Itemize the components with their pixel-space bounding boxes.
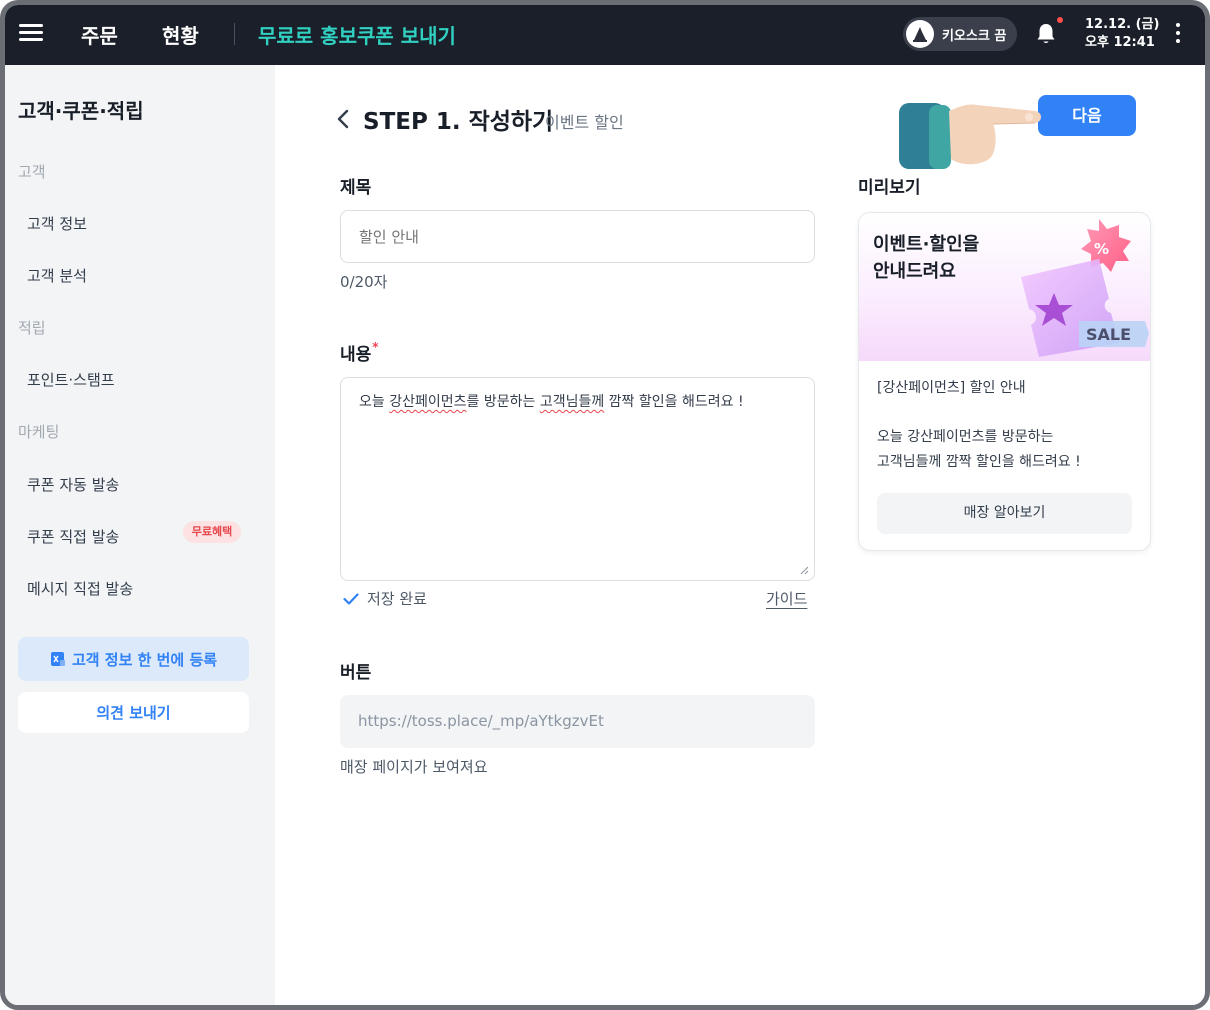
notification-bell-icon[interactable] <box>1033 17 1063 47</box>
check-icon <box>343 592 359 605</box>
button-help-text: 매장 페이지가 보여져요 <box>340 758 488 776</box>
content-field-label: 내용* <box>340 340 379 365</box>
top-bar: 주문 현황 무료로 홍보쿠폰 보내기 키오스크 끔 12.12. (금) 오후 … <box>5 5 1205 65</box>
percent-tag: % <box>1094 240 1109 258</box>
title-field-label: 제목 <box>340 178 372 198</box>
hamburger-menu-icon[interactable] <box>19 21 43 45</box>
clock-time: 오후 12:41 <box>1085 35 1155 50</box>
sidebar-group-points: 적립 <box>18 319 46 337</box>
sidebar-title: 고객·쿠폰·적립 <box>18 99 144 123</box>
notification-dot <box>1057 17 1063 23</box>
content-label-text: 내용 <box>340 345 372 365</box>
pointing-hand-icon <box>899 103 1041 169</box>
sidebar-item-customer-analysis[interactable]: 고객 분석 <box>27 265 87 286</box>
required-mark: * <box>372 340 379 354</box>
sidebar-item-direct-coupon[interactable]: 쿠폰 직접 발송 <box>27 526 119 547</box>
kiosk-icon <box>906 20 934 48</box>
preview-body-title: [강산페이먼츠] 할인 안내 <box>877 380 1026 396</box>
kiosk-toggle[interactable]: 키오스크 끔 <box>903 17 1017 51</box>
save-status-text: 저장 완료 <box>367 590 427 608</box>
sidebar-item-customer-info[interactable]: 고객 정보 <box>27 213 87 234</box>
preview-label: 미리보기 <box>858 178 921 198</box>
step-title: STEP 1. 작성하기 <box>363 109 554 135</box>
spreadsheet-icon <box>50 651 66 667</box>
nav-orders[interactable]: 주문 <box>81 20 118 49</box>
more-options-icon[interactable] <box>1173 23 1183 47</box>
sidebar-group-customer: 고객 <box>18 163 46 181</box>
button-field-label: 버튼 <box>340 663 372 683</box>
sale-tag: SALE <box>1086 325 1131 344</box>
sale-ticket-icon: % SALE <box>1021 219 1149 357</box>
back-chevron-icon[interactable] <box>335 108 351 130</box>
save-status: 저장 완료 <box>343 588 427 609</box>
app-window: 주문 현황 무료로 홍보쿠폰 보내기 키오스크 끔 12.12. (금) 오후 … <box>0 0 1210 1010</box>
preview-card: 이벤트·할인을 안내드려요 % SALE [강산페이먼츠] 할인 안내 오늘 강… <box>858 212 1151 551</box>
send-feedback-button[interactable]: 의견 보내기 <box>18 692 249 733</box>
free-benefit-badge: 무료혜택 <box>183 521 241 543</box>
clock-date: 12.12. (금) <box>1085 17 1160 32</box>
content-text-part: 를 방문하는 <box>466 394 540 410</box>
clock: 12.12. (금) 오후 12:41 <box>1085 16 1159 52</box>
current-page-title: 무료로 홍보쿠폰 보내기 <box>258 24 456 48</box>
sidebar-item-direct-message[interactable]: 메시지 직접 발송 <box>27 578 133 599</box>
preview-headline-line2: 안내드려요 <box>873 261 956 282</box>
register-customers-label: 고객 정보 한 번에 등록 <box>71 650 218 669</box>
sidebar-group-marketing: 마케팅 <box>18 423 60 441</box>
button-url-field: https://toss.place/_mp/aYtkgzvEt <box>340 695 815 748</box>
kiosk-label: 키오스크 끔 <box>942 28 1007 44</box>
next-button[interactable]: 다음 <box>1038 95 1136 136</box>
sidebar-item-points-stamps[interactable]: 포인트·스탬프 <box>27 369 115 390</box>
nav-divider <box>234 23 235 45</box>
preview-body-line2: 고객님들께 깜짝 할인을 해드려요 ! <box>877 454 1081 470</box>
step-subtitle: 이벤트 할인 <box>545 113 624 132</box>
content-text-part-spellcheck: 고객님들께 <box>539 394 605 410</box>
content-text-part-spellcheck: 강산페이먼츠 <box>389 394 467 410</box>
preview-headline: 이벤트·할인을 안내드려요 <box>873 231 1013 285</box>
content-text-part: 깜짝 할인을 해드려요 ! <box>604 394 744 410</box>
content-textarea[interactable]: 오늘 강산페이먼츠를 방문하는 고객님들께 깜짝 할인을 해드려요 ! <box>340 377 815 581</box>
preview-headline-line1: 이벤트·할인을 <box>873 234 980 255</box>
nav-status[interactable]: 현황 <box>162 20 199 49</box>
preview-hero: 이벤트·할인을 안내드려요 % SALE <box>859 213 1150 361</box>
sidebar: 고객·쿠폰·적립 고객 고객 정보 고객 분석 적립 포인트·스탬프 마케팅 쿠… <box>5 65 275 1005</box>
register-customers-button[interactable]: 고객 정보 한 번에 등록 <box>18 637 249 681</box>
title-input[interactable] <box>340 210 815 263</box>
preview-body: [강산페이먼츠] 할인 안내 오늘 강산페이먼츠를 방문하는 고객님들께 깜짝 … <box>877 376 1137 475</box>
content-text-part: 오늘 <box>359 394 390 410</box>
preview-body-line1: 오늘 강산페이먼츠를 방문하는 <box>877 429 1054 445</box>
guide-link[interactable]: 가이드 <box>766 588 807 609</box>
title-char-counter: 0/20자 <box>340 273 388 291</box>
store-info-button[interactable]: 매장 알아보기 <box>877 493 1132 534</box>
sidebar-item-auto-coupon[interactable]: 쿠폰 자동 발송 <box>27 474 119 495</box>
resize-grip-icon[interactable] <box>799 565 809 575</box>
